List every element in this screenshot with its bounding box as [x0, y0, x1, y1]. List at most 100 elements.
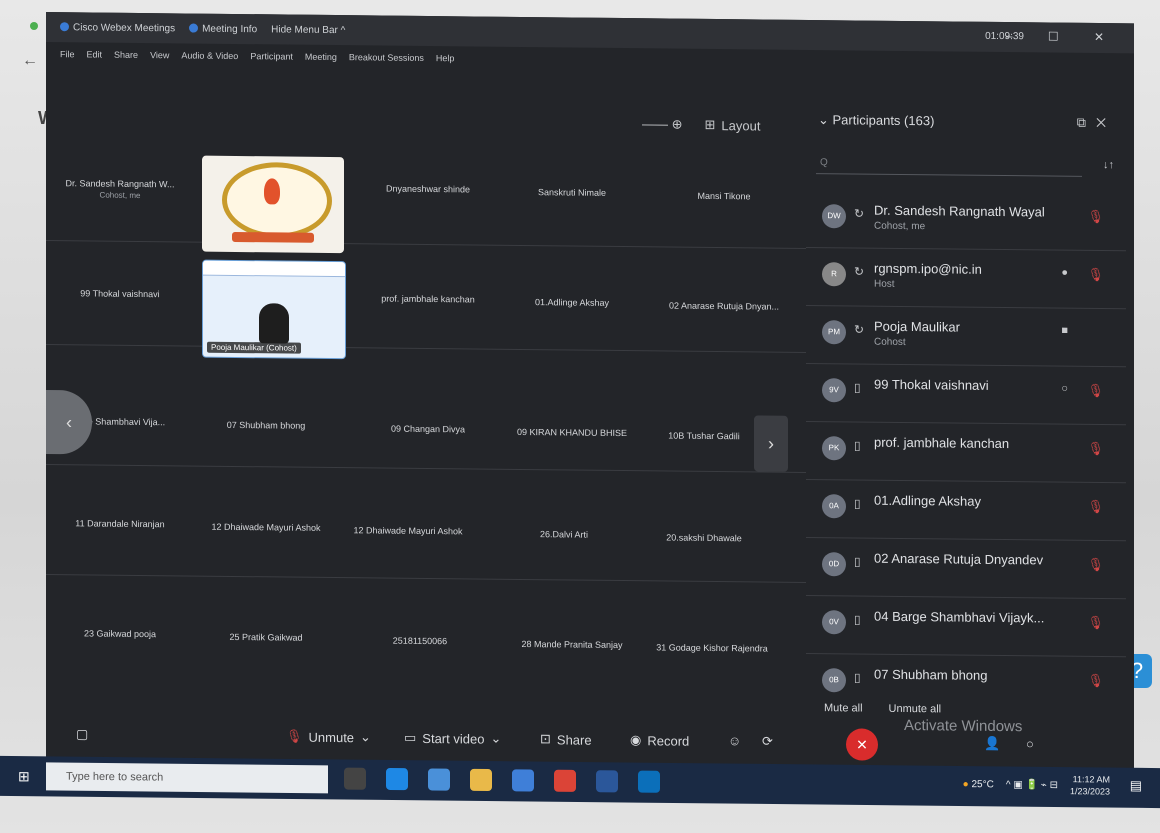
- participant-role: Cohost: [874, 336, 906, 349]
- list-item[interactable]: PM ↻ Pooja Maulikar Cohost ■: [806, 305, 1126, 368]
- chrome-icon[interactable]: [554, 769, 576, 792]
- back-arrow-icon[interactable]: ←: [22, 52, 38, 70]
- video-tile[interactable]: Dnyaneshwar shinde: [358, 183, 498, 195]
- video-tile[interactable]: 26.Dalvi Arti: [494, 529, 634, 540]
- video-tile[interactable]: 07 Shubham bhong: [196, 420, 336, 431]
- participant-search-input[interactable]: Q: [816, 152, 1082, 177]
- participant-name: 07 Shubham bhong: [874, 666, 988, 683]
- video-tile[interactable]: 20.sakshi Dhawale: [634, 532, 774, 543]
- video-tile[interactable]: 31 Godage Kishor Rajendra: [642, 642, 782, 653]
- start-video-button[interactable]: ▭ Start video ⌄: [404, 730, 501, 747]
- windows-start-icon[interactable]: ⊞: [18, 768, 34, 784]
- chat-bubble-icon[interactable]: ○: [1026, 736, 1034, 751]
- video-tile[interactable]: 23 Gaikwad pooja: [50, 628, 190, 639]
- video-tile[interactable]: 12 Dhaiwade Mayuri Ashok: [196, 522, 336, 533]
- camera-icon[interactable]: ■: [1061, 325, 1068, 337]
- video-tile[interactable]: prof. jambhale kanchan: [358, 293, 498, 305]
- zoom-slider[interactable]: —— ⊕: [642, 116, 683, 132]
- muted-mic-icon[interactable]: 🎙: [1087, 557, 1104, 573]
- participants-header[interactable]: ⌄ Participants (163): [818, 112, 934, 129]
- tile-name: Dnyaneshwar shinde: [385, 183, 471, 195]
- word-icon[interactable]: [596, 770, 618, 793]
- grid-row: 23 Gaikwad pooja 25 Pratik Gaikwad 25181…: [46, 584, 806, 692]
- participant-list: DW ↻ Dr. Sandesh Rangnath Wayal Cohost, …: [806, 189, 1126, 714]
- mute-all-button[interactable]: Mute all: [824, 702, 863, 714]
- task-view-icon[interactable]: [344, 767, 366, 790]
- window-controls[interactable]: – ☐ ✕: [1006, 29, 1120, 44]
- unmute-button[interactable]: 🎙 Unmute ⌄: [286, 729, 371, 746]
- video-tile[interactable]: 10B Tushar Gadili: [634, 430, 774, 442]
- meeting-info-tab[interactable]: Meeting Info: [189, 23, 257, 35]
- reactions-icon[interactable]: ☺: [728, 733, 741, 748]
- menu-file[interactable]: File: [60, 49, 75, 59]
- muted-mic-icon[interactable]: 🎙: [1087, 499, 1104, 515]
- muted-mic-icon[interactable]: 🎙: [1087, 267, 1104, 283]
- participant-name: 99 Thokal vaishnavi: [874, 376, 989, 393]
- video-tile[interactable]: 11 Darandale Niranjan: [50, 518, 190, 529]
- hide-menu-bar[interactable]: Hide Menu Bar ^: [271, 24, 345, 36]
- clock[interactable]: 11:12 AM 1/23/2023: [1070, 773, 1110, 797]
- share-button[interactable]: ⊡ Share: [540, 731, 592, 748]
- video-tile[interactable]: 12 Dhaiwade Mayuri Ashok: [338, 525, 478, 536]
- mic-off-icon: 🎙: [286, 728, 303, 744]
- video-tile[interactable]: Mansi Tikone: [654, 190, 794, 202]
- active-video-tile[interactable]: Pooja Maulikar (Cohost): [202, 259, 346, 360]
- video-tile[interactable]: 25 Pratik Gaikwad: [196, 632, 336, 643]
- list-item[interactable]: 0V ▯ 04 Barge Shambhavi Vijayk... 🎙: [806, 595, 1126, 658]
- muted-mic-icon[interactable]: 🎙: [1087, 441, 1104, 457]
- list-item[interactable]: 0D ▯ 02 Anarase Rutuja Dnyandev 🎙: [806, 537, 1126, 600]
- end-meeting-button[interactable]: ✕: [846, 728, 878, 761]
- menu-breakout[interactable]: Breakout Sessions: [349, 52, 424, 63]
- list-item[interactable]: 9V ▯ 99 Thokal vaishnavi ○ 🎙: [806, 363, 1126, 426]
- video-tile[interactable]: 09 Changan Divya: [358, 423, 498, 435]
- tile-name: Mansi Tikone: [697, 190, 751, 202]
- camera-icon[interactable]: ●: [1061, 267, 1068, 279]
- layout-button[interactable]: ⊞ Layout: [705, 117, 761, 134]
- menu-meeting[interactable]: Meeting: [305, 52, 337, 62]
- menu-participant[interactable]: Participant: [250, 51, 293, 61]
- notification-icon[interactable]: ▤: [1130, 778, 1142, 794]
- logo-video-tile[interactable]: [202, 155, 344, 254]
- panel-actions[interactable]: ⧉✕: [1077, 115, 1116, 131]
- file-explorer-icon[interactable]: [470, 768, 492, 792]
- video-tile[interactable]: 28 Mande Pranita Sanjay: [502, 639, 642, 650]
- record-button[interactable]: ◉ Record: [630, 732, 689, 749]
- chat-icon[interactable]: ▢: [76, 726, 88, 742]
- menu-edit[interactable]: Edit: [87, 49, 103, 59]
- video-tile[interactable]: 99 Thokal vaishnavi: [50, 288, 190, 299]
- muted-mic-icon[interactable]: 🎙: [1087, 615, 1104, 631]
- video-tile[interactable]: Sanskruti Nimale: [502, 187, 642, 198]
- webex-taskbar-icon[interactable]: [638, 770, 660, 793]
- camera-icon[interactable]: ○: [1061, 383, 1068, 395]
- webex-app-label[interactable]: Cisco Webex Meetings: [60, 22, 175, 34]
- menu-audio-video[interactable]: Audio & Video: [181, 50, 238, 61]
- muted-mic-icon[interactable]: 🎙: [1087, 673, 1104, 689]
- video-tile[interactable]: 01.Adlinge Akshay: [502, 297, 642, 308]
- menu-view[interactable]: View: [150, 50, 169, 60]
- muted-mic-icon[interactable]: 🎙: [1087, 209, 1104, 225]
- edge-icon[interactable]: [386, 767, 408, 791]
- list-item[interactable]: R ↻ rgnspm.ipo@nic.in Host ● 🎙: [806, 247, 1126, 310]
- list-item[interactable]: DW ↻ Dr. Sandesh Rangnath Wayal Cohost, …: [806, 189, 1126, 252]
- muted-mic-icon[interactable]: 🎙: [1087, 383, 1104, 399]
- store-icon[interactable]: [512, 769, 534, 792]
- taskbar-search-input[interactable]: Type here to search: [46, 762, 328, 794]
- list-item[interactable]: PK ▯ prof. jambhale kanchan 🎙: [806, 421, 1126, 484]
- mail-icon[interactable]: [428, 768, 450, 791]
- unmute-all-button[interactable]: Unmute all: [889, 703, 942, 716]
- video-tile[interactable]: 09 KIRAN KHANDU BHISE: [502, 427, 642, 438]
- tray-icons[interactable]: ^ ▣ 🔋 ⌁ ⊟: [1006, 779, 1058, 791]
- tile-name: Dr. Sandesh Rangnath W...: [65, 178, 175, 190]
- menu-help[interactable]: Help: [436, 53, 455, 63]
- participants-icon[interactable]: 👤: [984, 736, 1000, 752]
- more-options-icon[interactable]: ⟳: [762, 733, 773, 749]
- weather-widget[interactable]: ● 25°C: [963, 779, 994, 790]
- grid-row: Dr. Sandesh Rangnath W... Cohost, me Dny…: [46, 140, 806, 249]
- sort-button[interactable]: ↓↑: [1103, 159, 1114, 171]
- video-tile[interactable]: Dr. Sandesh Rangnath W... Cohost, me: [50, 178, 190, 200]
- menu-share[interactable]: Share: [114, 50, 138, 60]
- video-tile[interactable]: 25181150066: [350, 635, 490, 647]
- next-page-button[interactable]: ›: [754, 415, 788, 472]
- list-item[interactable]: 0A ▯ 01.Adlinge Akshay 🎙: [806, 479, 1126, 542]
- video-tile[interactable]: 02 Anarase Rutuja Dnyan...: [654, 300, 794, 312]
